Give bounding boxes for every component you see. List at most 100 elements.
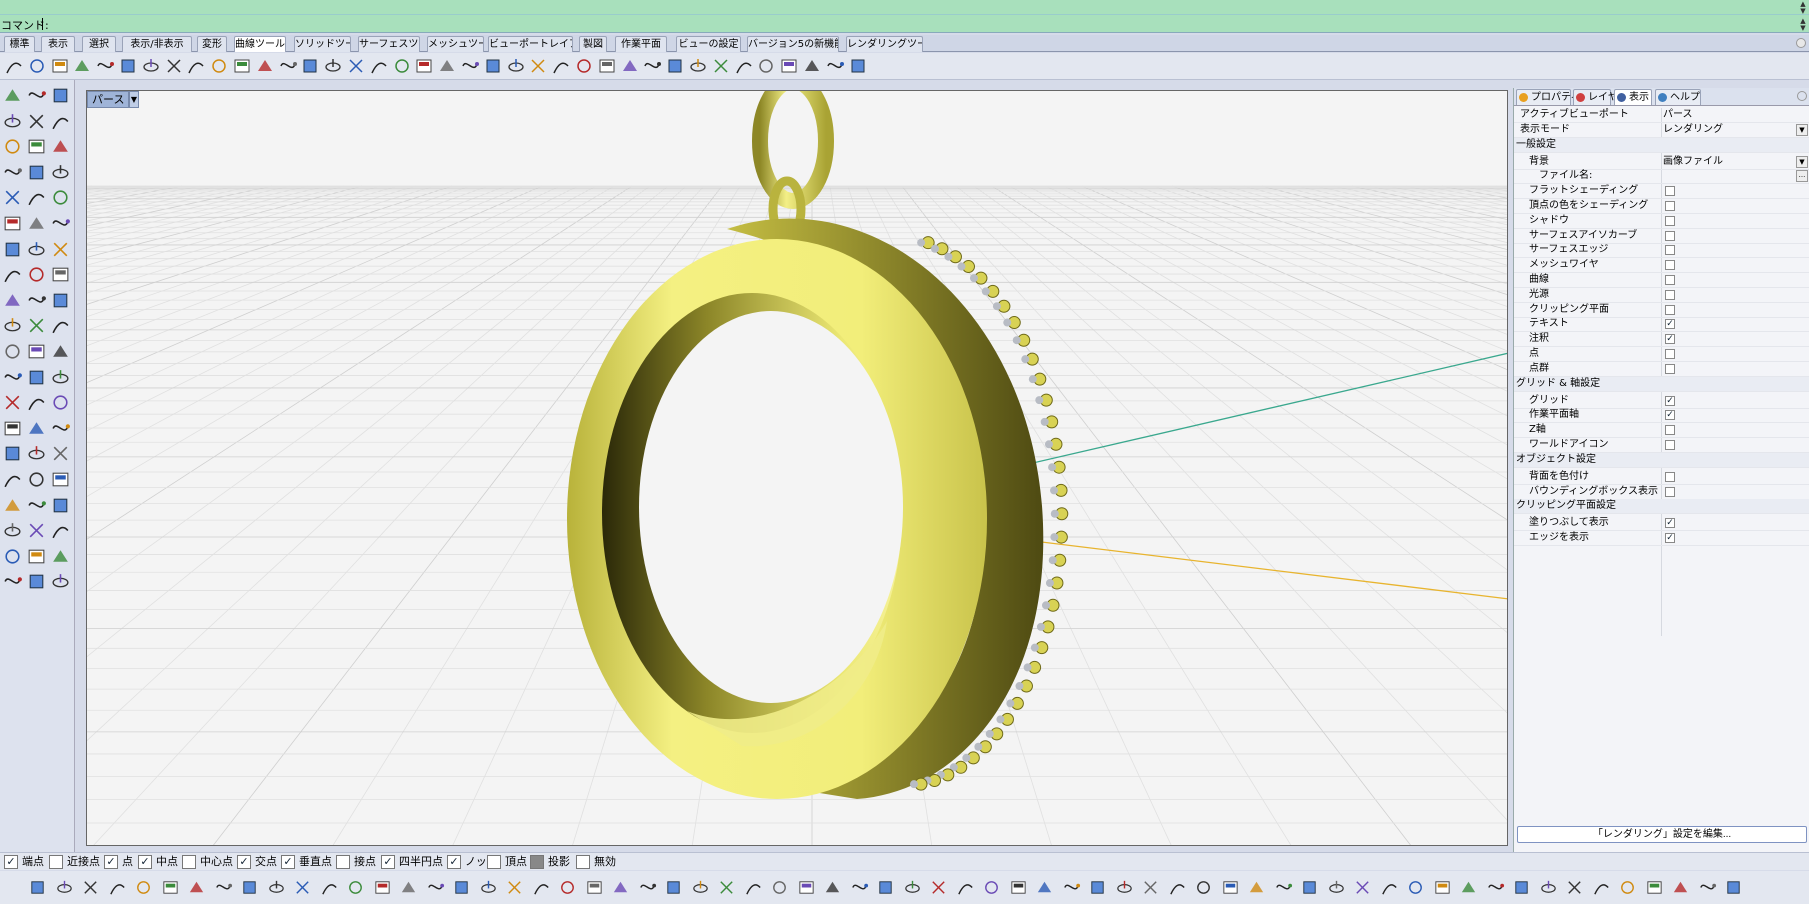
sidebar-tool-icon[interactable] <box>26 495 47 516</box>
bottom-tool-icon[interactable] <box>187 878 206 897</box>
osnap-checkbox[interactable]: ✓ <box>138 855 152 869</box>
bottom-tool-icon[interactable] <box>717 878 736 897</box>
toolbar-tab[interactable]: 表示/非表示 <box>122 36 192 52</box>
setting-value[interactable]: 画像ファイル <box>1663 155 1723 169</box>
osnap-checkbox[interactable] <box>182 855 196 869</box>
toolbar-tool-icon[interactable] <box>300 56 320 76</box>
osnap-checkbox[interactable]: ✓ <box>237 855 251 869</box>
osnap-checkbox[interactable]: ✓ <box>281 855 295 869</box>
toolbar-tool-icon[interactable] <box>756 56 776 76</box>
bottom-tool-icon[interactable] <box>1433 878 1452 897</box>
sidebar-tool-icon[interactable] <box>50 546 71 567</box>
panel-options-icon[interactable] <box>1797 91 1807 101</box>
bottom-tool-icon[interactable] <box>399 878 418 897</box>
toolbar-tool-icon[interactable] <box>4 56 24 76</box>
sidebar-tool-icon[interactable] <box>50 469 71 490</box>
bottom-tool-icon[interactable] <box>903 878 922 897</box>
toolbar-tool-icon[interactable] <box>688 56 708 76</box>
bottom-tool-icon[interactable] <box>373 878 392 897</box>
toolbar-tab[interactable]: ビューの設定 <box>676 36 741 52</box>
bottom-tool-icon[interactable] <box>55 878 74 897</box>
osnap-checkbox[interactable] <box>49 855 63 869</box>
bottom-tool-icon[interactable] <box>1327 878 1346 897</box>
command-input-caret[interactable] <box>42 18 43 30</box>
setting-checkbox[interactable] <box>1665 230 1675 241</box>
bottom-tool-icon[interactable] <box>532 878 551 897</box>
bottom-tool-icon[interactable] <box>1088 878 1107 897</box>
setting-checkbox[interactable] <box>1665 486 1675 497</box>
bottom-tool-icon[interactable] <box>1194 878 1213 897</box>
bottom-tool-icon[interactable] <box>108 878 127 897</box>
toolbar-tool-icon[interactable] <box>506 56 526 76</box>
setting-value[interactable]: レンダリング <box>1663 123 1723 137</box>
sidebar-tool-icon[interactable] <box>50 495 71 516</box>
bottom-tool-icon[interactable] <box>1115 878 1134 897</box>
toolbar-tool-icon[interactable] <box>95 56 115 76</box>
toolbar-tool-icon[interactable] <box>665 56 685 76</box>
sidebar-tool-icon[interactable] <box>50 85 71 106</box>
sidebar-tool-icon[interactable] <box>26 136 47 157</box>
setting-checkbox[interactable]: ✓ <box>1665 334 1675 345</box>
settings-section-header[interactable]: オブジェクト設定 <box>1514 452 1809 468</box>
sidebar-tool-icon[interactable] <box>2 85 23 106</box>
bottom-tool-icon[interactable] <box>346 878 365 897</box>
bottom-tool-icon[interactable] <box>929 878 948 897</box>
command-line[interactable]: コマンド: ▲ ▼ <box>0 15 1809 33</box>
sidebar-tool-icon[interactable] <box>2 341 23 362</box>
sidebar-tool-icon[interactable] <box>50 418 71 439</box>
toolbar-tab[interactable]: 変形 <box>197 36 227 52</box>
sidebar-tool-icon[interactable] <box>26 546 47 567</box>
panel-tab[interactable]: レイヤ <box>1573 89 1618 105</box>
bottom-tool-icon[interactable] <box>638 878 657 897</box>
bottom-tool-icon[interactable] <box>1565 878 1584 897</box>
sidebar-tool-icon[interactable] <box>50 571 71 592</box>
osnap-checkbox[interactable] <box>530 855 544 869</box>
bottom-tool-icon[interactable] <box>1141 878 1160 897</box>
sidebar-tool-icon[interactable] <box>26 418 47 439</box>
toolbar-tab[interactable]: 曲線ツール <box>234 36 286 52</box>
scroll-down-icon[interactable]: ▼ <box>1799 7 1807 15</box>
sidebar-tool-icon[interactable] <box>50 162 71 183</box>
toolbar-tool-icon[interactable] <box>779 56 799 76</box>
setting-checkbox[interactable]: ✓ <box>1665 410 1675 421</box>
toolbar-tab[interactable]: 表示 <box>41 36 75 52</box>
setting-checkbox[interactable] <box>1665 471 1675 482</box>
dropdown-arrow-icon[interactable]: ▼ <box>1796 155 1808 168</box>
toolbar-tab[interactable]: 作業平面 <box>615 36 667 52</box>
toolbar-tool-icon[interactable] <box>802 56 822 76</box>
toolbar-tab[interactable]: ソリッドツール <box>294 36 351 52</box>
bottom-tool-icon[interactable] <box>267 878 286 897</box>
bottom-tool-icon[interactable] <box>134 878 153 897</box>
setting-checkbox[interactable] <box>1665 425 1675 436</box>
toolbar-tool-icon[interactable] <box>255 56 275 76</box>
sidebar-tool-icon[interactable] <box>26 315 47 336</box>
toolbar-tool-icon[interactable] <box>72 56 92 76</box>
bottom-tool-icon[interactable] <box>1645 878 1664 897</box>
bottom-tool-icon[interactable] <box>1353 878 1372 897</box>
setting-checkbox[interactable] <box>1665 186 1675 197</box>
bottom-tool-icon[interactable] <box>293 878 312 897</box>
toolbar-tool-icon[interactable] <box>528 56 548 76</box>
bottom-tool-icon[interactable] <box>1486 878 1505 897</box>
sidebar-tool-icon[interactable] <box>26 239 47 260</box>
sidebar-tool-icon[interactable] <box>2 520 23 541</box>
toolbar-tool-icon[interactable] <box>186 56 206 76</box>
browse-button[interactable]: ... <box>1796 170 1808 183</box>
bottom-tool-icon[interactable] <box>1724 878 1743 897</box>
sidebar-tool-icon[interactable] <box>26 213 47 234</box>
sidebar-tool-icon[interactable] <box>50 239 71 260</box>
sidebar-tool-icon[interactable] <box>2 495 23 516</box>
viewport-menu-arrow-icon[interactable]: ▼ <box>129 91 139 108</box>
toolbar-tool-icon[interactable] <box>848 56 868 76</box>
sidebar-tool-icon[interactable] <box>50 264 71 285</box>
setting-checkbox[interactable] <box>1665 245 1675 256</box>
bottom-tool-icon[interactable] <box>797 878 816 897</box>
toolbar-tool-icon[interactable] <box>734 56 754 76</box>
edit-rendering-settings-button[interactable]: 「レンダリング」設定を編集... <box>1517 826 1807 843</box>
bottom-tool-icon[interactable] <box>1035 878 1054 897</box>
sidebar-tool-icon[interactable] <box>2 392 23 413</box>
sidebar-tool-icon[interactable] <box>26 85 47 106</box>
toolbar-tool-icon[interactable] <box>574 56 594 76</box>
toolbar-tool-icon[interactable] <box>642 56 662 76</box>
toolbar-tool-icon[interactable] <box>597 56 617 76</box>
